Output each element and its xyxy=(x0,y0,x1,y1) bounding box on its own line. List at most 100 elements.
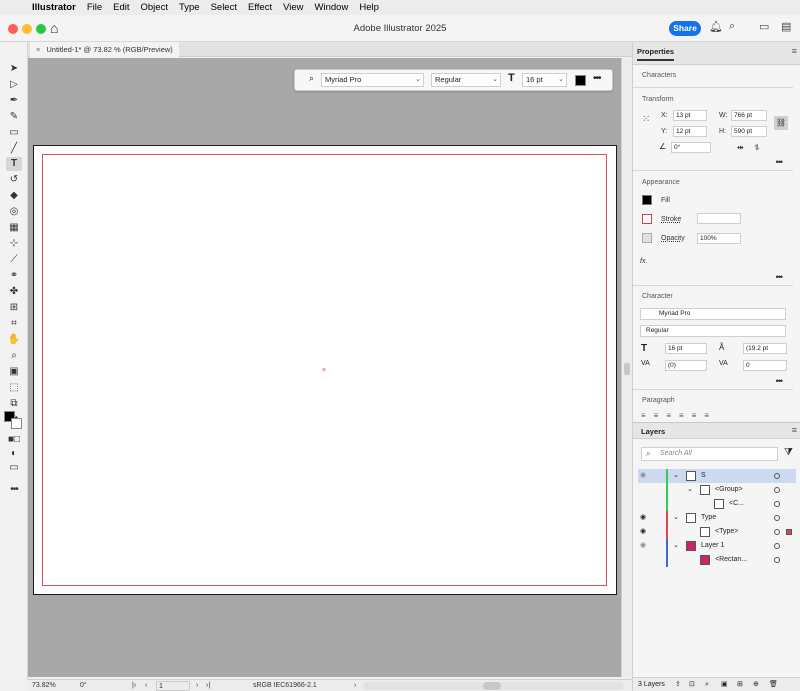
eye-icon[interactable]: ◉ xyxy=(640,539,646,553)
menu-window[interactable]: Window xyxy=(315,2,349,13)
zoom-tool-icon[interactable]: ⌕ xyxy=(6,349,22,363)
slice-tool-icon[interactable]: ⌗ xyxy=(6,317,22,331)
artboard-number-field[interactable]: 1 xyxy=(156,681,190,691)
curvature-tool-icon[interactable]: ✎ xyxy=(6,110,22,124)
appearance-more-options-icon[interactable]: ••• xyxy=(776,272,784,282)
layer-row[interactable]: ⌄ <Group> xyxy=(638,483,796,497)
x-field[interactable]: 13 pt xyxy=(673,110,707,121)
layer-name[interactable]: <C... xyxy=(729,497,744,511)
target-icon[interactable] xyxy=(774,557,780,563)
canvas[interactable]: × xyxy=(28,58,621,677)
menu-view[interactable]: View xyxy=(283,2,303,13)
menu-illustrator[interactable]: Illustrator xyxy=(32,2,76,13)
blend-tool-icon[interactable]: ⚭ xyxy=(6,269,22,283)
layer-name[interactable]: S xyxy=(701,469,706,483)
layer-name[interactable]: <Group> xyxy=(715,483,743,497)
pen-tool-icon[interactable]: ✒ xyxy=(6,94,22,108)
flip-vertical-icon[interactable]: ⥮ xyxy=(754,143,760,153)
locate-object-icon[interactable]: ⌕ xyxy=(705,678,709,691)
artboard[interactable]: × xyxy=(33,145,617,595)
workspace-switcher-icon[interactable]: ▤ xyxy=(781,20,791,33)
eye-icon[interactable]: ◉ xyxy=(640,469,646,483)
delete-layer-icon[interactable]: 🗑︎ xyxy=(769,678,778,691)
opacity-field[interactable]: 100% xyxy=(697,233,741,244)
fill-swatch-panel[interactable] xyxy=(642,195,652,205)
layer-name[interactable]: Type xyxy=(701,511,716,525)
tab-layers[interactable]: Layers xyxy=(641,427,665,436)
angle-field[interactable]: 0° xyxy=(671,142,711,153)
h-field[interactable]: 590 pt xyxy=(731,126,767,137)
layer-name[interactable]: <Rectan... xyxy=(715,553,747,567)
stroke-swatch[interactable] xyxy=(11,418,22,429)
character-font-family-select[interactable]: Myriad Pro xyxy=(640,308,786,320)
reference-point-icon[interactable]: ⁙ xyxy=(642,114,650,125)
layer-row[interactable]: ◉ ⌄ S xyxy=(638,469,796,483)
share-button[interactable]: Share xyxy=(669,21,701,36)
menu-file[interactable]: File xyxy=(87,2,102,13)
menu-object[interactable]: Object xyxy=(141,2,168,13)
collapse-handle-icon[interactable] xyxy=(624,363,630,375)
layers-panel-menu-icon[interactable]: ≡ xyxy=(792,425,797,435)
mesh-tool-icon[interactable]: ⊹ xyxy=(6,237,22,251)
more-options-icon[interactable]: ••• xyxy=(593,73,601,84)
live-paint-tool-icon[interactable]: ⬚ xyxy=(6,381,22,395)
menu-help[interactable]: Help xyxy=(359,2,379,13)
edit-toolbar-icon[interactable]: ••• xyxy=(6,483,22,497)
fill-color-swatch[interactable] xyxy=(575,75,586,86)
chevron-down-icon[interactable]: ⌄ xyxy=(673,511,679,525)
tracking-field[interactable]: 0 xyxy=(743,360,787,371)
chevron-down-icon[interactable]: ⌄ xyxy=(673,469,679,483)
target-icon[interactable] xyxy=(774,529,780,535)
panel-menu-icon[interactable]: ≡ xyxy=(792,46,797,56)
panel-collapse-strip[interactable] xyxy=(621,58,632,677)
target-icon[interactable] xyxy=(774,473,780,479)
layer-row[interactable]: <Rectan... xyxy=(638,553,796,567)
target-icon[interactable] xyxy=(774,543,780,549)
stroke-swatch-panel[interactable] xyxy=(642,214,652,224)
image-trace-tool-icon[interactable]: ⧉ xyxy=(6,397,22,411)
eye-icon[interactable]: ◉ xyxy=(640,511,646,525)
target-icon[interactable] xyxy=(774,487,780,493)
rotate-view[interactable]: 0° xyxy=(80,681,87,691)
search-icon[interactable]: ⌕ xyxy=(729,20,735,33)
artboard-nav-next-icon[interactable]: › xyxy=(196,681,198,691)
make-clipping-mask-icon[interactable]: ▣ xyxy=(721,678,728,691)
layers-search-field[interactable]: ⌕ Search All xyxy=(641,447,778,461)
status-menu-icon[interactable]: › xyxy=(354,681,356,691)
y-field[interactable]: 12 pt xyxy=(673,126,707,137)
layer-row[interactable]: ◉ ⌄ Type xyxy=(638,511,796,525)
layer-row[interactable]: ◉ ⌄ Layer 1 xyxy=(638,539,796,553)
character-more-options-icon[interactable]: ••• xyxy=(776,376,784,386)
direct-selection-tool-icon[interactable]: ▷ xyxy=(6,78,22,92)
layer-name[interactable]: <Type> xyxy=(715,525,738,539)
font-family-select[interactable]: Myriad Pro ⌄ xyxy=(321,73,424,87)
character-size-field[interactable]: 16 pt xyxy=(665,343,707,354)
menu-select[interactable]: Select xyxy=(211,2,237,13)
chevron-down-icon[interactable]: ⌄ xyxy=(687,483,693,497)
print-tiling-tool-icon[interactable]: ▣ xyxy=(6,365,22,379)
zoom-level[interactable]: 73.82% xyxy=(32,681,56,691)
stroke-label[interactable]: Stroke xyxy=(661,216,681,223)
layer-row[interactable]: <C... xyxy=(638,497,796,511)
rectangle-tool-icon[interactable]: ▭ xyxy=(6,126,22,140)
tab-properties[interactable]: Properties xyxy=(637,47,675,61)
screen-mode-icon[interactable]: ▭ xyxy=(6,461,22,475)
w-field[interactable]: 766 pt xyxy=(731,110,767,121)
eraser-tool-icon[interactable]: ◆ xyxy=(6,189,22,203)
collect-for-export-icon[interactable]: ⊡ xyxy=(689,678,695,691)
paragraph-align-buttons[interactable]: ≡≡≡≡≡≡ xyxy=(641,411,717,420)
target-icon[interactable] xyxy=(774,515,780,521)
opacity-label[interactable]: Opacity xyxy=(661,235,685,242)
color-profile[interactable]: sRGB IEC61966-2.1 xyxy=(253,681,317,691)
export-for-screens-icon[interactable]: ⇪ xyxy=(675,678,681,691)
layer-row[interactable]: ◉ <Type> xyxy=(638,525,796,539)
font-search-icon[interactable]: ⌕ xyxy=(309,73,314,84)
eyedropper-tool-icon[interactable]: ⟋ xyxy=(6,253,22,267)
draw-mode-icon[interactable]: ◐ xyxy=(6,447,22,461)
target-icon[interactable] xyxy=(774,501,780,507)
horizontal-scroll-thumb[interactable] xyxy=(483,682,501,690)
menu-type[interactable]: Type xyxy=(179,2,200,13)
constrain-proportions-icon[interactable]: ⛓ xyxy=(774,116,788,130)
kerning-field[interactable]: (0) xyxy=(665,360,707,371)
symbol-sprayer-tool-icon[interactable]: ✤ xyxy=(6,285,22,299)
